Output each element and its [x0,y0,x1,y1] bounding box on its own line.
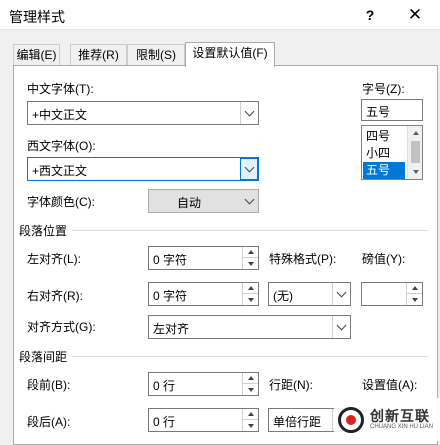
font-color-value: 自动 [176,196,201,210]
right-indent-label: 右对齐(R): [27,289,83,303]
by-value-label: 磅值(Y): [362,252,406,266]
spin-up-icon[interactable] [243,409,258,420]
chevron-down-icon[interactable] [332,283,350,305]
watermark-logo-icon [338,406,364,433]
spin-up-icon[interactable] [407,283,422,294]
line-spacing-label: 行距(N): [269,378,313,392]
window-title: 管理样式 [9,9,65,25]
space-before-spinner[interactable]: 0 行 [148,372,259,396]
font-color-label: 字体颜色(C): [27,195,95,209]
spin-up-icon[interactable] [243,283,258,294]
spin-down-icon[interactable] [407,294,422,305]
alignment-combo[interactable]: 左对齐 [148,315,351,339]
title-bar: 管理样式 ? ✕ [0,0,440,30]
special-format-value: (无) [273,289,293,303]
font-size-option[interactable]: 四号 [363,128,405,145]
left-indent-label: 左对齐(L): [27,252,82,266]
font-size-option-selected[interactable]: 五号 [363,162,405,179]
space-before-label: 段前(B): [27,378,71,392]
right-indent-value: 0 字符 [153,289,188,303]
spin-down-icon[interactable] [243,420,258,431]
scroll-up-icon[interactable] [408,126,423,140]
tab-set-defaults[interactable]: 设置默认值(F) [185,42,275,67]
special-format-label: 特殊格式(P): [269,252,337,266]
by-value-spinner[interactable] [361,282,423,306]
font-size-list[interactable]: 四号 小四 五号 [361,125,423,180]
tab-edit[interactable]: 编辑(E) [13,44,60,66]
alignment-value: 左对齐 [153,322,190,336]
left-indent-value: 0 字符 [153,253,188,267]
section-divider [72,230,428,231]
scroll-down-icon[interactable] [408,165,423,179]
chinese-font-label: 中文字体(T): [27,82,94,96]
tab-restrict[interactable]: 限制(S) [127,44,185,66]
set-value-label: 设置值(A): [362,378,418,392]
close-button[interactable]: ✕ [393,0,437,30]
spin-down-icon[interactable] [243,294,258,305]
font-color-button[interactable]: 自动 [148,189,259,213]
paragraph-position-heading: 段落位置 [19,224,68,238]
watermark: 创新互联 CHUANG XIN HU LIAN [334,398,440,441]
font-size-option[interactable]: 小四 [363,145,405,162]
spin-down-icon[interactable] [243,384,258,395]
scroll-thumb[interactable] [411,141,420,163]
watermark-text: 创新互联 [370,407,430,424]
space-after-label: 段后(A): [27,415,71,429]
chinese-font-value: +中文正文 [32,108,88,122]
font-size-input[interactable]: 五号 [361,99,423,121]
tab-recommend[interactable]: 推荐(R) [70,44,127,66]
western-font-label: 西文字体(O): [27,139,96,153]
spin-down-icon[interactable] [243,258,258,269]
left-indent-spinner[interactable]: 0 字符 [148,246,259,270]
paragraph-spacing-heading: 段落间距 [19,350,68,364]
font-size-label: 字号(Z): [362,82,405,96]
space-after-spinner[interactable]: 0 行 [148,408,259,432]
help-button[interactable]: ? [348,0,392,30]
space-before-value: 0 行 [153,379,176,393]
line-spacing-value: 单倍行距 [273,415,322,429]
section-divider [72,356,428,357]
spin-up-icon[interactable] [243,373,258,384]
western-font-combo[interactable]: +西文正文 [27,157,259,181]
space-after-value: 0 行 [153,415,176,429]
chevron-down-icon[interactable] [240,190,258,212]
chevron-down-icon[interactable] [240,102,258,124]
chinese-font-combo[interactable]: +中文正文 [27,101,259,125]
spin-up-icon[interactable] [243,247,258,258]
western-font-value: +西文正文 [32,164,88,178]
chevron-down-icon[interactable] [332,316,350,338]
chevron-down-icon[interactable] [240,158,258,180]
right-indent-spinner[interactable]: 0 字符 [148,282,259,306]
alignment-label: 对齐方式(G): [27,320,96,334]
watermark-subtext: CHUANG XIN HU LIAN [370,423,434,430]
special-format-combo[interactable]: (无) [268,282,351,306]
font-size-scrollbar[interactable] [407,126,422,179]
font-size-value: 五号 [366,105,391,119]
